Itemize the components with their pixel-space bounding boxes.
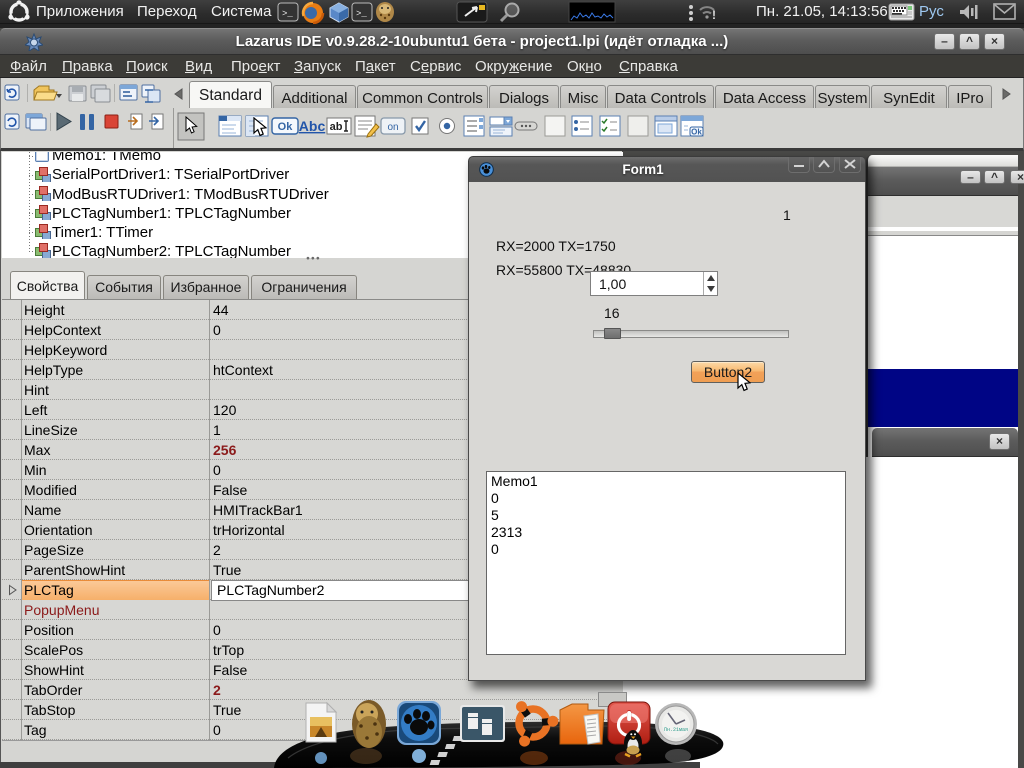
svg-text:Abc: Abc bbox=[299, 118, 326, 134]
svg-text:Ok: Ok bbox=[691, 128, 702, 137]
svg-text:on: on bbox=[387, 122, 398, 133]
svg-text:ab: ab bbox=[330, 121, 343, 133]
svg-text:>_: >_ bbox=[356, 9, 367, 19]
svg-text:!: ! bbox=[712, 8, 716, 22]
svg-text:Пн.21мая: Пн.21мая bbox=[664, 727, 688, 733]
svg-text:Ok: Ok bbox=[278, 121, 294, 133]
svg-text:>_: >_ bbox=[282, 9, 293, 19]
